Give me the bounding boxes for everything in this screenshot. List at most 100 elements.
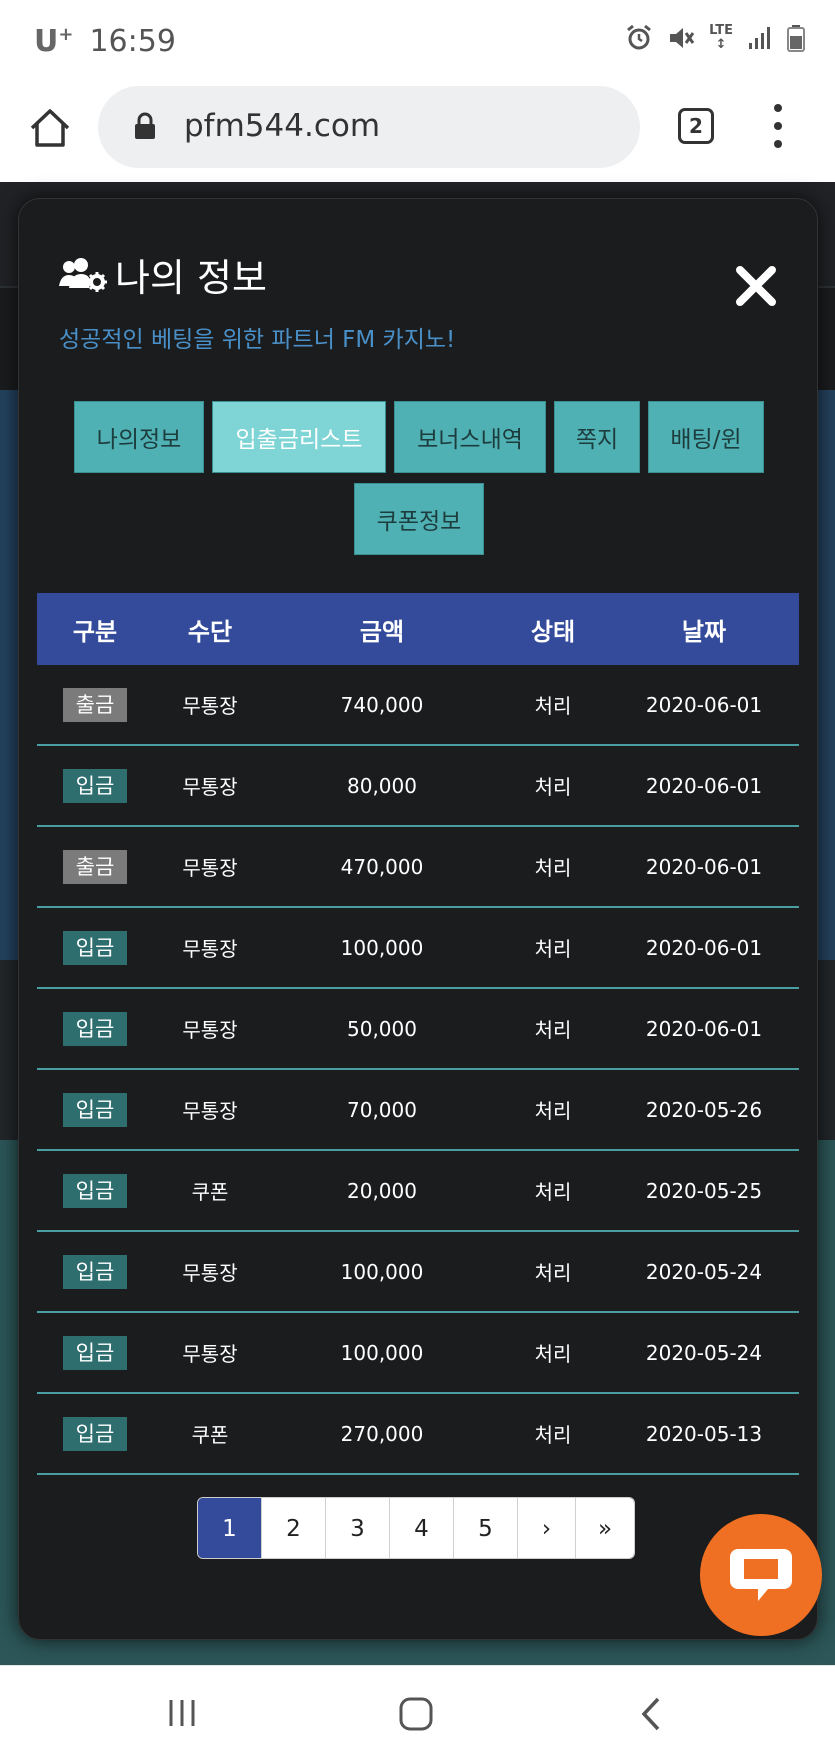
status-icons: LTE ↕ [625,24,805,52]
cell-amount: 270,000 [340,1421,424,1446]
table-row: 입금 무통장 80,000 처리 2020-06-01 [37,746,799,827]
tab-deposit-withdraw-list[interactable]: 입출금리스트 [212,401,386,473]
cell-method: 쿠폰 [191,1180,229,1204]
page-5-button[interactable]: 5 [454,1498,518,1558]
cell-amount: 100,000 [340,1340,424,1365]
cell-status: 처리 [534,856,572,880]
last-page-button[interactable]: » [576,1498,634,1558]
table-body: 출금 무통장 740,000 처리 2020-06-01 입금 무통장 80,000 처리 202… [37,665,799,1475]
page-3-button[interactable]: 3 [326,1498,390,1558]
cell-type: 입금 [37,1335,153,1370]
tab-bonus-history[interactable]: 보너스내역 [394,401,546,473]
header-status: 상태 [530,617,576,646]
tab-switcher-button[interactable]: 2 [678,108,714,144]
table-row: 입금 쿠폰 270,000 처리 2020-05-13 [37,1394,799,1475]
users-gear-icon [59,257,107,292]
status-time: 16:59 [89,24,176,59]
modal-subtitle: 성공적인 베팅을 위한 파트너 FM 카지노! [59,327,456,353]
cell-method: 무통장 [182,1261,238,1285]
mute-icon [670,28,695,48]
cell-date: 2020-05-24 [645,1340,763,1365]
page-2-button[interactable]: 2 [262,1498,326,1558]
header-type: 구분 [72,617,118,646]
cell-type: 입금 [37,1254,153,1289]
alarm-icon [627,24,652,50]
cell-date: 2020-05-26 [645,1097,763,1122]
cell-status: 처리 [534,937,572,961]
type-badge: 입금 [63,1254,127,1289]
type-badge: 입금 [63,1092,127,1127]
pagination: 1 2 3 4 5 › » [197,1497,635,1559]
cell-status: 처리 [534,694,572,718]
cell-amount: 20,000 [347,1178,417,1203]
table-row: 입금 무통장 100,000 처리 2020-05-24 [37,1313,799,1394]
cell-amount: 80,000 [347,773,417,798]
cell-status: 처리 [534,1423,572,1447]
cell-type: 입금 [37,768,153,803]
page-1-button[interactable]: 1 [198,1498,262,1558]
cell-type: 입금 [37,1416,153,1451]
table-row: 입금 무통장 100,000 처리 2020-06-01 [37,908,799,989]
browser-menu-icon[interactable] [768,104,788,148]
cell-date: 2020-06-01 [645,773,763,798]
lte-icon: LTE ↕ [709,23,733,52]
table-row: 입금 무통장 50,000 처리 2020-06-01 [37,989,799,1070]
tab-my-info[interactable]: 나의정보 [74,401,204,473]
android-home-icon[interactable] [398,1696,434,1732]
cell-status: 처리 [534,1018,572,1042]
tab-row-1: 나의정보 입출금리스트 보너스내역 쪽지 배팅/윈 [19,401,817,473]
table-row: 출금 무통장 470,000 처리 2020-06-01 [37,827,799,908]
page-4-button[interactable]: 4 [390,1498,454,1558]
live-chat-button[interactable] [700,1514,822,1636]
recent-apps-icon[interactable] [165,1696,199,1730]
back-icon[interactable] [636,1696,666,1732]
table-row: 출금 무통장 740,000 처리 2020-06-01 [37,665,799,746]
cell-date: 2020-05-24 [645,1259,763,1284]
tab-messages[interactable]: 쪽지 [554,401,640,473]
status-left: U+ 16:59 [34,24,176,59]
cell-method: 무통장 [182,937,238,961]
cell-amount: 100,000 [340,1259,424,1284]
cell-type: 출금 [37,849,153,884]
signal-icon [749,27,770,49]
cell-method: 무통장 [182,694,238,718]
type-badge: 입금 [63,1173,127,1208]
cell-status: 처리 [534,1261,572,1285]
carrier-label: U+ [34,24,74,59]
cell-date: 2020-05-13 [645,1421,763,1446]
address-bar[interactable]: pfm544.com [98,86,640,168]
cell-method: 무통장 [182,1342,238,1366]
cell-amount: 470,000 [340,854,424,879]
lock-icon [135,112,155,139]
android-nav-bar [0,1665,835,1763]
modal-title: 나의 정보 [59,247,455,302]
cell-date: 2020-06-01 [645,1016,763,1041]
cell-type: 입금 [37,1011,153,1046]
browser-toolbar: pfm544.com 2 [0,82,835,182]
close-icon[interactable] [735,265,777,307]
next-page-button[interactable]: › [518,1498,576,1558]
table-header: 구분 수단 금액 상태 날짜 [37,593,799,665]
header-method: 수단 [187,617,233,646]
tab-betting-win[interactable]: 배팅/윈 [648,401,764,473]
status-bar: U+ 16:59 LTE ↕ [0,0,835,82]
url-text: pfm544.com [184,108,381,144]
cell-date: 2020-05-25 [645,1178,763,1203]
tab-coupon-info[interactable]: 쿠폰정보 [354,483,484,555]
header-date: 날짜 [681,617,727,646]
cell-method: 쿠폰 [191,1423,229,1447]
cell-type: 입금 [37,930,153,965]
type-badge: 입금 [63,1416,127,1451]
battery-icon [787,25,805,52]
tab-row-2: 쿠폰정보 [19,483,817,555]
cell-amount: 50,000 [347,1016,417,1041]
cell-type: 입금 [37,1092,153,1127]
home-icon[interactable] [28,106,72,150]
modal-title-text: 나의 정보 [115,256,267,300]
modal-header: 나의 정보 성공적인 베팅을 위한 파트너 FM 카지노! [59,247,455,354]
type-badge: 입금 [63,930,127,965]
type-badge: 입금 [63,768,127,803]
cell-amount: 100,000 [340,935,424,960]
cell-date: 2020-06-01 [645,692,763,717]
cell-status: 처리 [534,1180,572,1204]
